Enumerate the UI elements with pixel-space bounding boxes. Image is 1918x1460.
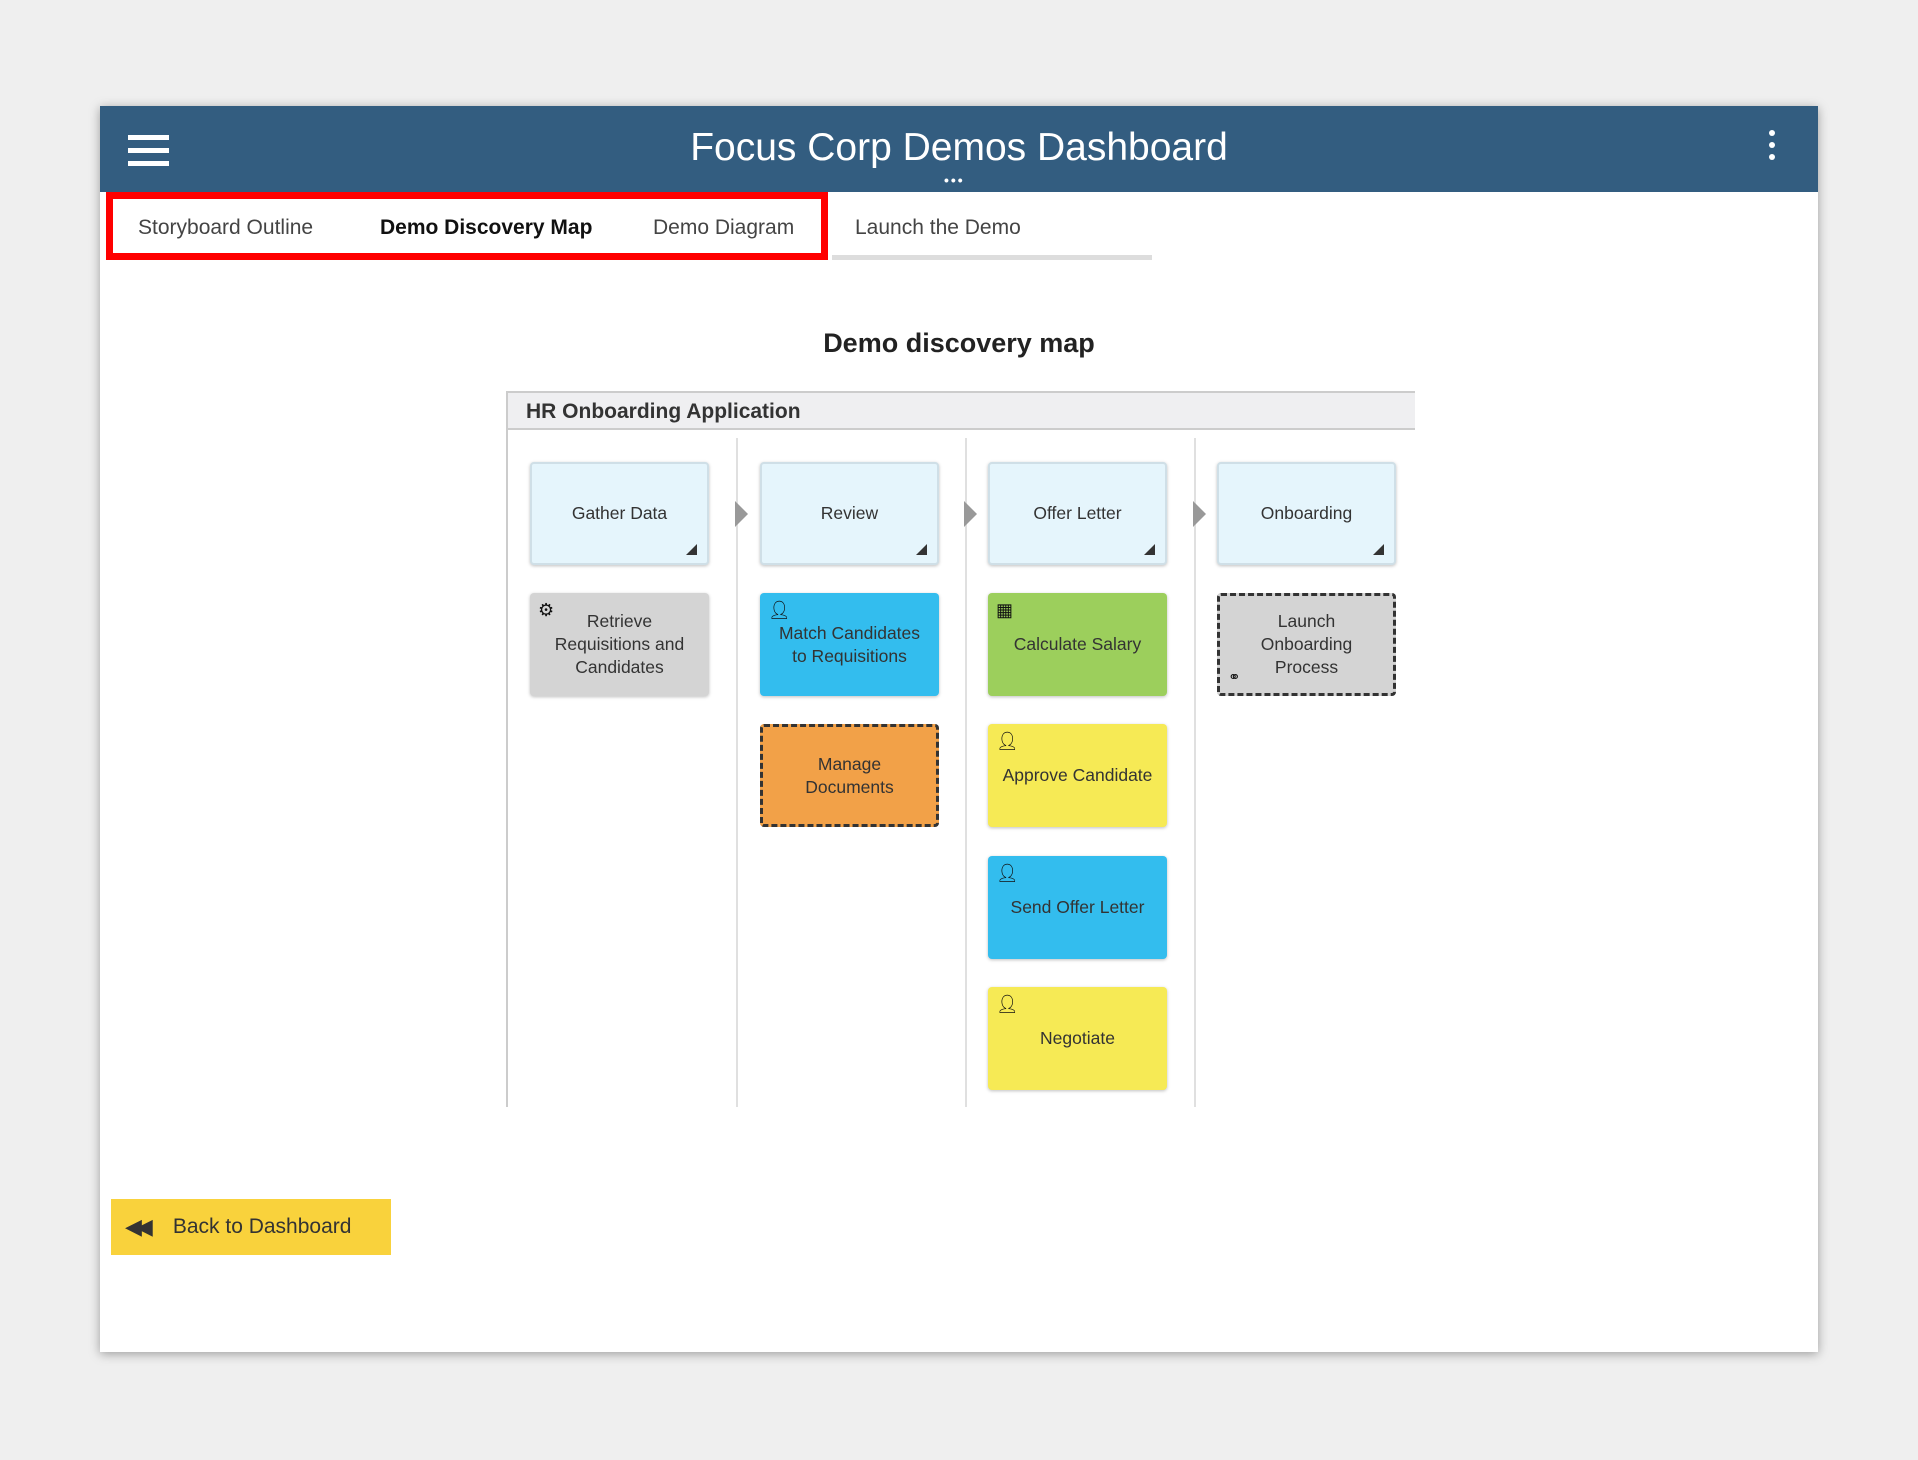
tab-bar: Storyboard Outline Demo Discovery Map De… <box>100 192 1818 262</box>
activity-label: Negotiate <box>1040 1028 1115 1049</box>
table-icon: ▦ <box>996 600 1014 620</box>
stage-label: Offer Letter <box>1033 503 1122 524</box>
expand-icon <box>1373 544 1384 555</box>
tab-underline <box>832 255 1152 260</box>
activity-calculate-salary[interactable]: ▦ Calculate Salary <box>988 593 1167 696</box>
activity-launch-onboarding[interactable]: Launch Onboarding Process ⚭ <box>1217 593 1396 696</box>
activity-match-candidates[interactable]: 👤︎ Match Candidates to Requisitions <box>760 593 939 696</box>
column-divider <box>1194 438 1196 1107</box>
diagram-title: HR Onboarding Application <box>508 391 1415 430</box>
double-chevron-left-icon: ◀◀ <box>125 1214 153 1239</box>
arrow-right-icon <box>1193 501 1206 527</box>
stage-label: Gather Data <box>571 503 668 524</box>
activity-label: Retrieve Requisitions and Candidates <box>554 611 685 677</box>
arrow-right-icon <box>735 501 748 527</box>
stage-label: Onboarding <box>1260 503 1353 524</box>
back-label: Back to Dashboard <box>172 1215 352 1238</box>
tab-launch-the-demo[interactable]: Launch the Demo <box>855 216 1021 240</box>
page-title: Demo discovery map <box>823 328 1095 358</box>
expand-icon <box>916 544 927 555</box>
arrow-right-icon <box>964 501 977 527</box>
discovery-map: HR Onboarding Application Gather Data Re… <box>506 391 1415 1107</box>
activity-label: Approve Candidate <box>1002 765 1153 786</box>
activity-label: Send Offer Letter <box>1010 897 1145 918</box>
activity-send-offer-letter[interactable]: 👤︎ Send Offer Letter <box>988 856 1167 959</box>
activity-approve-candidate[interactable]: 👤︎ Approve Candidate <box>988 724 1167 827</box>
app-window: Focus Corp Demos Dashboard ••• Storyboar… <box>100 106 1818 1352</box>
column-divider <box>965 438 967 1107</box>
activity-manage-documents[interactable]: Manage Documents <box>760 724 939 827</box>
stage-review[interactable]: Review <box>760 462 939 565</box>
user-icon: 👤︎ <box>996 863 1019 883</box>
app-header: Focus Corp Demos Dashboard ••• <box>100 106 1818 192</box>
title-more-icon[interactable]: ••• <box>944 172 965 188</box>
highlight-box <box>106 192 828 260</box>
stage-onboarding[interactable]: Onboarding <box>1217 462 1396 565</box>
user-icon: 👤︎ <box>996 994 1019 1014</box>
activity-label: Calculate Salary <box>1013 634 1142 655</box>
kebab-menu-icon[interactable] <box>1764 130 1780 170</box>
activity-negotiate[interactable]: 👤︎ Negotiate <box>988 987 1167 1090</box>
activity-label: Manage Documents <box>805 753 894 797</box>
stage-offer-letter[interactable]: Offer Letter <box>988 462 1167 565</box>
stage-label: Review <box>820 503 879 524</box>
activity-label: Launch Onboarding Process <box>1260 611 1353 677</box>
activity-retrieve-requisitions[interactable]: ⚙ Retrieve Requisitions and Candidates <box>530 593 709 696</box>
column-divider <box>736 438 738 1107</box>
back-to-dashboard-button[interactable]: ◀◀ Back to Dashboard <box>111 1199 391 1255</box>
user-icon: 👤︎ <box>996 731 1019 751</box>
gear-icon: ⚙ <box>538 600 555 620</box>
link-icon: ⚭ <box>1228 668 1241 686</box>
app-title: Focus Corp Demos Dashboard <box>690 126 1228 169</box>
stage-gather-data[interactable]: Gather Data <box>530 462 709 565</box>
activity-label: Match Candidates to Requisitions <box>778 622 921 666</box>
user-icon: 👤︎ <box>768 600 791 620</box>
expand-icon <box>686 544 697 555</box>
expand-icon <box>1144 544 1155 555</box>
